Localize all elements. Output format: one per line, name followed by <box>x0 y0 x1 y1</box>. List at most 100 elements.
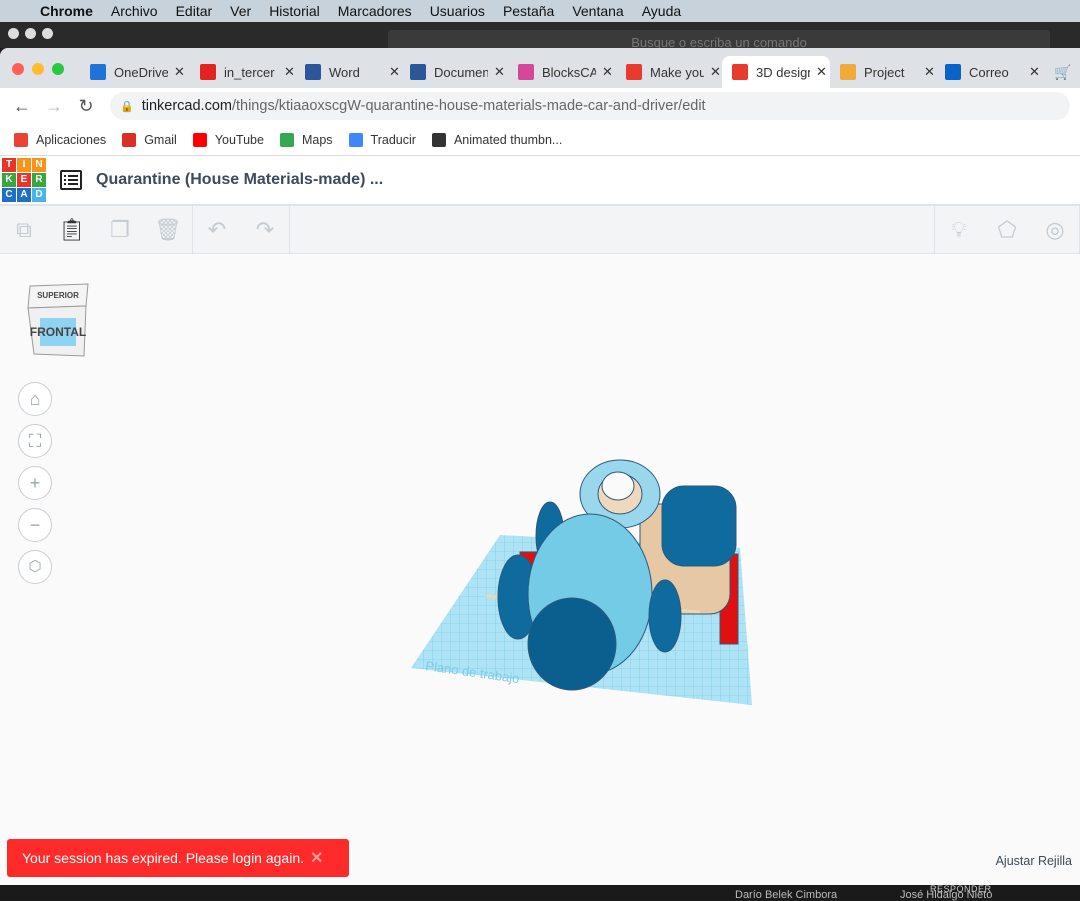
favicon-icon <box>518 64 534 80</box>
tab-0[interactable]: OneDrive ✕ <box>80 56 185 88</box>
bookmark-item[interactable]: Aplicaciones <box>14 132 106 147</box>
tab-7[interactable]: Project ✕ <box>830 56 935 88</box>
background-window: Busque o escriba un comando <box>0 22 1080 50</box>
minimize-window-button[interactable] <box>32 63 44 75</box>
logo-letter: N <box>32 158 46 172</box>
tinkercad-logo[interactable]: TIN KER CAD <box>2 158 46 202</box>
undo-icon[interactable]: ↶ <box>193 217 241 243</box>
url-bar[interactable]: 🔒 tinkercad.com/things/ktiaaoxscgW-quara… <box>110 92 1070 120</box>
tab-label: Documento <box>434 64 488 80</box>
trash-icon[interactable]: 🗑︎ <box>144 217 192 243</box>
tab-8[interactable]: Correo ✕ <box>935 56 1040 88</box>
close-tab-icon[interactable]: ✕ <box>816 64 827 80</box>
address-bar-row: ← → ↻ 🔒 tinkercad.com/things/ktiaaoxscgW… <box>0 88 1080 124</box>
browser-window: OneDrive✕in_tercer✕Word✕Documento✕Blocks… <box>0 48 1080 885</box>
lock-icon: 🔒 <box>120 100 134 113</box>
tab-store[interactable]: 🛒 <box>1044 56 1071 88</box>
tab-label: in_tercer <box>224 64 275 80</box>
tab-3[interactable]: Documento ✕ <box>400 56 505 88</box>
favicon-icon <box>945 64 961 80</box>
traffic-lights[interactable] <box>12 63 64 75</box>
close-icon[interactable]: ✕ <box>310 848 323 868</box>
close-window-button[interactable] <box>12 63 24 75</box>
divider <box>289 205 290 254</box>
cart-icon: 🛒 <box>1054 63 1072 80</box>
snap-grid-label[interactable]: Ajustar Rejilla <box>996 854 1072 868</box>
bookmark-icon <box>279 132 294 147</box>
logo-letter: D <box>32 188 46 202</box>
ungroup-icon[interactable]: ◎ <box>1031 217 1079 243</box>
toast-message: Your session has expired. Please login a… <box>22 850 305 866</box>
menu-item[interactable]: Historial <box>269 3 320 19</box>
redo-icon[interactable]: ↷ <box>241 217 289 243</box>
close-tab-icon[interactable]: ✕ <box>174 64 185 80</box>
close-tab-icon[interactable]: ✕ <box>494 64 505 80</box>
duplicate-icon[interactable]: ❐ <box>96 217 144 243</box>
close-tab-icon[interactable]: ✕ <box>924 64 935 80</box>
logo-letter: K <box>2 173 16 187</box>
copy-icon[interactable]: ⧉ <box>0 217 48 243</box>
favicon-icon <box>200 64 216 80</box>
design-list-icon[interactable] <box>60 170 82 190</box>
maximize-window-button[interactable] <box>52 63 64 75</box>
mac-menubar: Chrome Archivo Editar Ver Historial Marc… <box>0 0 1080 22</box>
favicon-icon <box>732 64 748 80</box>
bookmark-item[interactable]: Maps <box>279 132 333 147</box>
tab-label: BlocksCAD <box>542 64 596 80</box>
bookmark-label: Traducir <box>370 132 416 147</box>
group-icon[interactable]: ⬠ <box>983 217 1031 243</box>
menu-item[interactable]: Archivo <box>111 3 158 19</box>
design-title[interactable]: Quarantine (House Materials-made) ... <box>96 171 383 189</box>
tab-1[interactable]: in_tercer ✕ <box>190 56 295 88</box>
close-tab-icon[interactable]: ✕ <box>389 64 400 80</box>
tab-label: Word <box>329 64 360 80</box>
url-path: /things/ktiaaoxscgW-quarantine-house-mat… <box>231 98 706 114</box>
favicon-icon <box>626 64 642 80</box>
favicon-icon <box>90 64 106 80</box>
back-icon[interactable]: ← <box>12 96 32 117</box>
tab-2[interactable]: Word ✕ <box>295 56 400 88</box>
session-expired-toast: Your session has expired. Please login a… <box>7 839 349 877</box>
tab-4[interactable]: BlocksCAD ✕ <box>508 56 613 88</box>
3d-workspace[interactable]: SUPERIOR FRONTAL ⌂ ⛶ + − ⬡ Plano de trab… <box>0 254 1080 885</box>
bookmarks-bar: Aplicaciones Gmail YouTube Maps Traducir Anim… <box>0 124 1080 156</box>
window-controls <box>8 28 53 39</box>
lightbulb-icon[interactable]: 💡︎ <box>935 217 983 243</box>
bookmark-item[interactable]: YouTube <box>192 132 264 147</box>
close-tab-icon[interactable]: ✕ <box>602 64 613 80</box>
menu-item[interactable]: Ventana <box>572 3 623 19</box>
bookmark-label: Gmail <box>144 132 177 147</box>
bookmark-icon <box>14 132 28 147</box>
forward-icon[interactable]: → <box>44 96 64 117</box>
logo-letter: C <box>2 188 16 202</box>
bookmark-icon <box>348 132 363 147</box>
scene[interactable]: Plano de trabajo <box>0 254 1080 885</box>
tab-6[interactable]: 3D design ✕ <box>722 56 830 88</box>
menu-item[interactable]: Editar <box>176 3 213 19</box>
tab-label: Correo <box>969 64 1009 80</box>
close-tab-icon[interactable]: ✕ <box>284 64 295 80</box>
menu-item[interactable]: Marcadores <box>338 3 412 19</box>
menu-app[interactable]: Chrome <box>40 3 93 19</box>
logo-letter: I <box>17 158 31 172</box>
logo-letter: T <box>2 158 16 172</box>
menu-item[interactable]: Pestaña <box>503 3 554 19</box>
bookmark-icon <box>192 132 207 147</box>
bookmark-label: YouTube <box>214 132 264 147</box>
bookmark-label: Maps <box>301 132 333 147</box>
close-tab-icon[interactable]: ✕ <box>1029 64 1040 80</box>
paste-icon[interactable]: 📋︎ <box>48 217 96 243</box>
favicon-icon <box>410 64 426 80</box>
bookmark-item[interactable]: Traducir <box>348 132 416 147</box>
bookmark-item[interactable]: Gmail <box>122 132 177 147</box>
edit-toolbar: ⧉ 📋︎ ❐ 🗑︎ ↶ ↷ 💡︎ ⬠ ◎ <box>0 205 1080 254</box>
tab-label: Make your <box>650 64 704 80</box>
menu-item[interactable]: Usuarios <box>430 3 485 19</box>
tab-5[interactable]: Make your ✕ <box>616 56 721 88</box>
reload-icon[interactable]: ↻ <box>76 96 96 117</box>
bookmark-item[interactable]: Animated thumbn... <box>431 132 562 147</box>
close-tab-icon[interactable]: ✕ <box>710 64 721 80</box>
menu-item[interactable]: Ver <box>230 3 251 19</box>
bookmark-icon <box>431 132 446 147</box>
menu-item[interactable]: Ayuda <box>642 3 681 19</box>
